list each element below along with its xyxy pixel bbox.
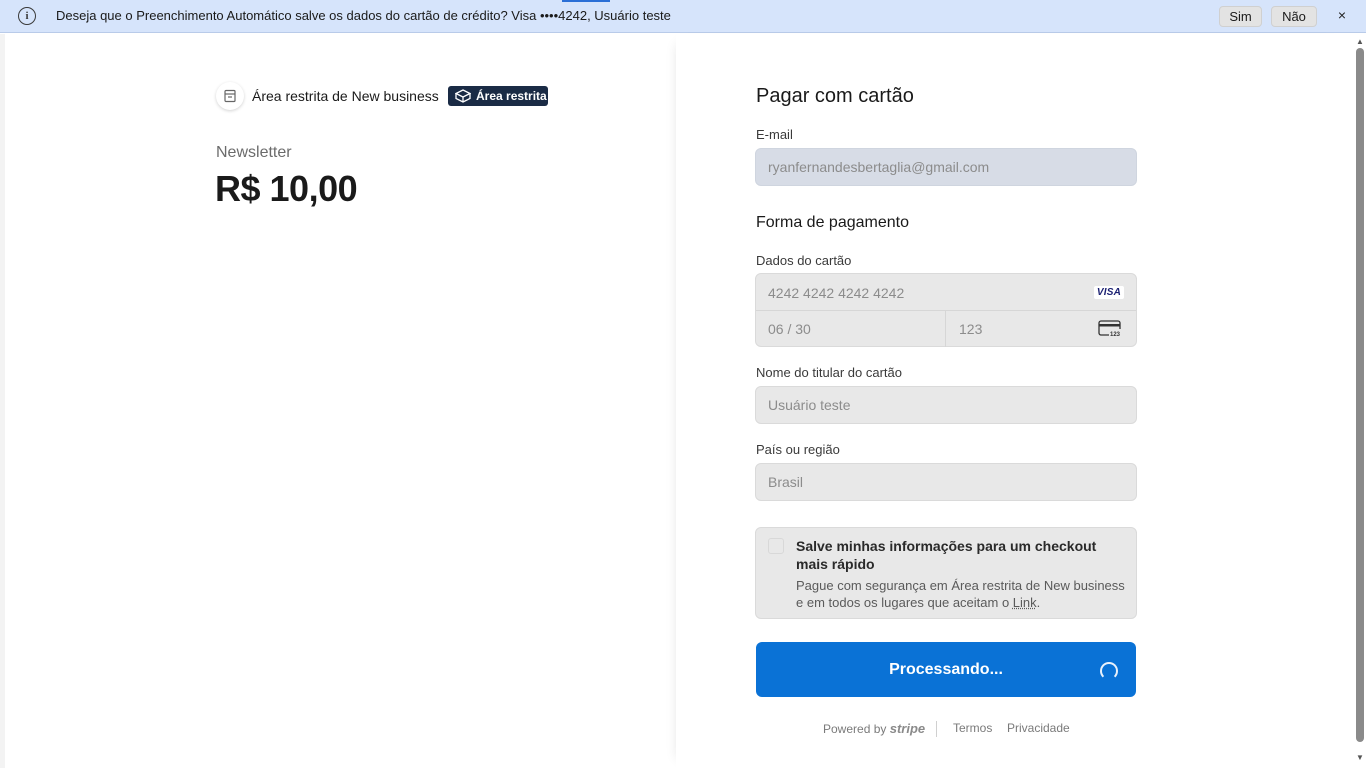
autofill-message: Deseja que o Preenchimento Automático sa… — [56, 8, 671, 23]
page-scrollbar[interactable]: ▲ ▼ — [1354, 34, 1366, 768]
email-label: E-mail — [756, 127, 793, 142]
store-icon — [216, 82, 244, 110]
cardholder-label: Nome do titular do cartão — [756, 365, 902, 380]
powered-by-stripe[interactable]: Powered by stripe — [823, 721, 925, 736]
card-number-input[interactable]: 4242 4242 4242 4242 — [768, 274, 904, 311]
restricted-badge: Área restrita — [448, 86, 548, 106]
payment-section-title: Forma de pagamento — [756, 214, 909, 231]
card-expiry-input[interactable]: 06 / 30 — [768, 311, 811, 347]
restricted-badge-label: Área restrita — [476, 89, 547, 103]
stripe-logo: stripe — [889, 721, 926, 736]
box-icon — [455, 89, 471, 103]
autofill-no-button[interactable]: Não — [1271, 6, 1317, 27]
save-info-checkbox[interactable] — [768, 538, 784, 554]
save-info-box: Salve minhas informações para um checkou… — [755, 527, 1137, 619]
card-divider — [945, 311, 946, 347]
country-label: País ou região — [756, 442, 840, 457]
cvc-card-icon: 123 — [1098, 320, 1122, 337]
cardholder-name-field[interactable]: Usuário teste — [755, 386, 1137, 424]
close-icon[interactable]: × — [1335, 7, 1349, 23]
save-info-description: Pague com segurança em Área restrita de … — [796, 578, 1125, 610]
form-title: Pagar com cartão — [756, 85, 914, 107]
business-name[interactable]: Área restrita de New business — [252, 88, 439, 104]
link-link[interactable]: Link — [1013, 595, 1037, 610]
footer: Powered by stripe Termos Privacidade — [756, 721, 1136, 737]
scroll-down-icon[interactable]: ▼ — [1356, 753, 1364, 762]
terms-link[interactable]: Termos — [953, 721, 992, 735]
email-field[interactable]: ryanfernandesbertaglia@gmail.com — [755, 148, 1137, 186]
country-select[interactable]: Brasil — [755, 463, 1137, 501]
autofill-infobar: i Deseja que o Preenchimento Automático … — [0, 0, 1366, 33]
card-divider — [756, 310, 1136, 311]
save-info-title[interactable]: Salve minhas informações para um checkou… — [796, 537, 1126, 573]
autofill-yes-button[interactable]: Sim — [1219, 6, 1262, 27]
scroll-up-icon[interactable]: ▲ — [1356, 37, 1364, 46]
card-cvc-input[interactable]: 123 — [959, 311, 982, 347]
order-summary-pane — [5, 34, 676, 768]
pay-button-label: Processando... — [889, 660, 1003, 678]
product-price: R$ 10,00 — [215, 168, 358, 209]
loading-spinner-icon — [1100, 662, 1118, 680]
privacy-link[interactable]: Privacidade — [1007, 721, 1070, 735]
pay-button[interactable]: Processando... — [756, 642, 1136, 697]
footer-divider — [936, 721, 937, 737]
active-tab-indicator — [562, 0, 610, 2]
card-details-box: 4242 4242 4242 4242 VISA 06 / 30 123 123 — [755, 273, 1137, 347]
svg-text:123: 123 — [1110, 332, 1121, 337]
scroll-thumb[interactable] — [1356, 48, 1364, 742]
info-icon: i — [18, 7, 36, 25]
product-name: Newsletter — [216, 144, 292, 161]
visa-icon: VISA — [1093, 286, 1124, 299]
card-details-label: Dados do cartão — [756, 253, 852, 268]
